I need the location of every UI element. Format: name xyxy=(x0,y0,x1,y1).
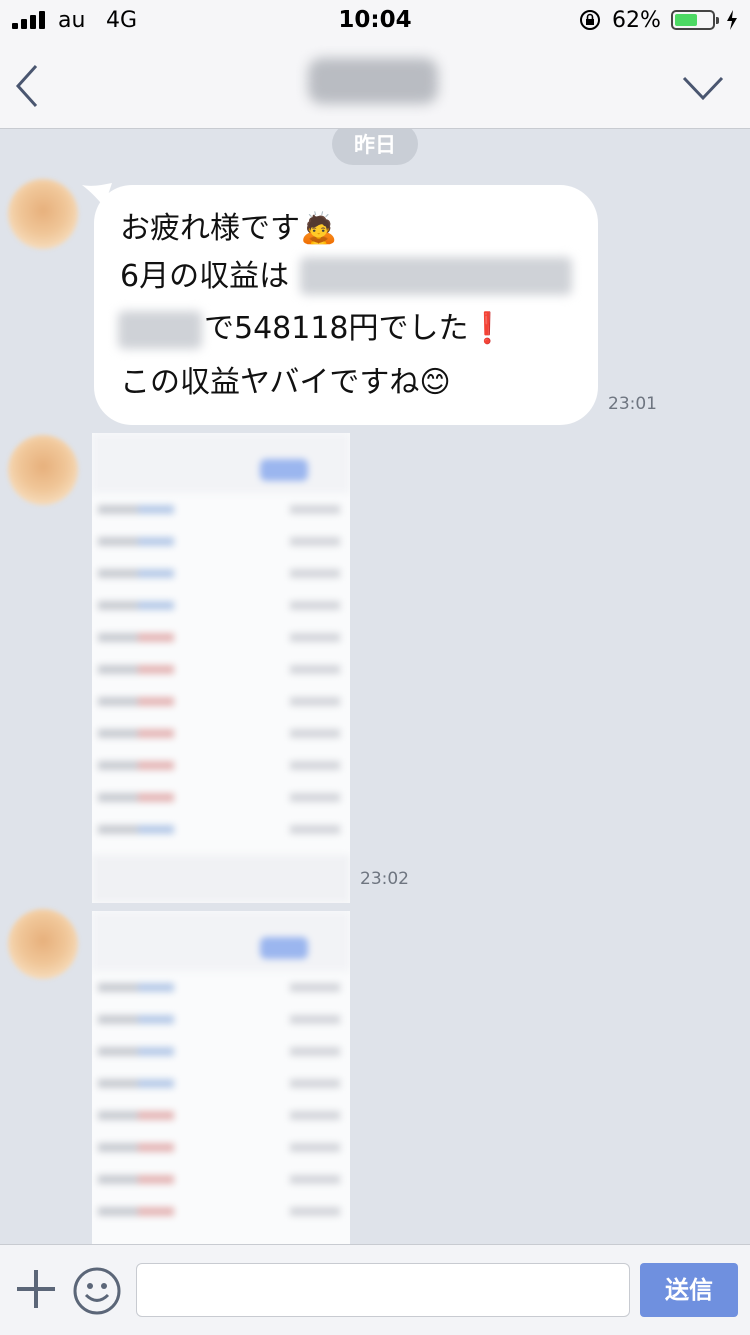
blurred-row xyxy=(98,1111,340,1121)
chat-timeline[interactable]: 昨日 お疲れ様です🙇 6月の収益は で548118円でした❗ この収益ヤバイです… xyxy=(0,129,750,1244)
battery-level-fill xyxy=(675,14,697,26)
redacted-text xyxy=(300,257,572,295)
message-input[interactable] xyxy=(136,1263,630,1317)
avatar[interactable] xyxy=(8,179,78,249)
plus-icon[interactable] xyxy=(14,1267,58,1311)
battery-percent: 62% xyxy=(612,8,661,33)
blurred-row xyxy=(98,569,340,579)
blurred-row xyxy=(98,1175,340,1185)
message-line-4: この収益ヤバイですね😊 xyxy=(120,365,451,400)
blurred-row xyxy=(98,601,340,611)
blurred-row xyxy=(98,1047,340,1057)
message-time: 23:01 xyxy=(608,394,657,414)
date-separator: 昨日 xyxy=(332,129,418,165)
blurred-row xyxy=(98,793,340,803)
blurred-row xyxy=(98,1207,340,1217)
blurred-row xyxy=(98,1015,340,1025)
blurred-row xyxy=(98,1079,340,1089)
blurred-row xyxy=(98,761,340,771)
blurred-row xyxy=(98,505,340,515)
image-message[interactable] xyxy=(92,911,350,1244)
status-bar: au 4G 10:04 62% xyxy=(0,0,750,40)
blurred-row xyxy=(98,665,340,675)
message-line-3: で548118円でした❗ xyxy=(204,311,506,346)
avatar[interactable] xyxy=(8,909,78,979)
charging-bolt-icon xyxy=(727,10,737,30)
blurred-row xyxy=(98,825,340,835)
avatar[interactable] xyxy=(8,435,78,505)
orientation-lock-icon xyxy=(580,10,600,30)
redacted-text xyxy=(118,311,202,349)
message-input-bar: 送信 xyxy=(0,1244,750,1335)
message-line-1: お疲れ様です🙇 xyxy=(120,211,338,246)
message-line-2: 6月の収益は xyxy=(120,259,290,294)
chat-header xyxy=(0,40,750,129)
blurred-row xyxy=(98,633,340,643)
contact-name-redacted xyxy=(308,58,438,104)
image-message-time: 23:02 xyxy=(360,869,409,889)
chevron-down-icon[interactable] xyxy=(682,74,724,102)
blurred-row xyxy=(98,729,340,739)
image-message[interactable] xyxy=(92,433,350,903)
blurred-row xyxy=(98,983,340,993)
blurred-row xyxy=(98,697,340,707)
battery-icon xyxy=(671,10,719,30)
blurred-row xyxy=(98,1143,340,1153)
smiley-icon[interactable] xyxy=(72,1266,122,1316)
chevron-left-icon[interactable] xyxy=(12,64,42,108)
send-button[interactable]: 送信 xyxy=(640,1263,738,1317)
blurred-row xyxy=(98,537,340,547)
